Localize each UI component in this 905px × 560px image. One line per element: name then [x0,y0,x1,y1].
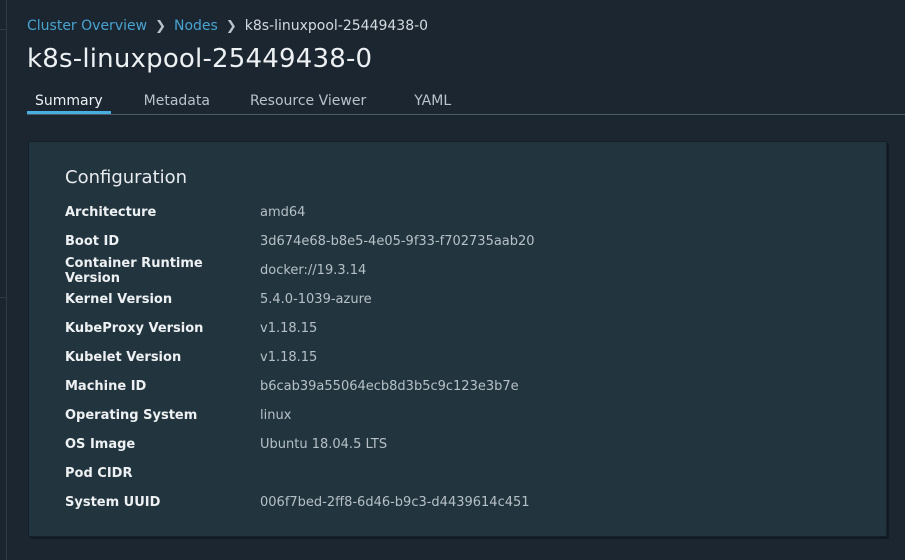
tab-resource-viewer[interactable]: Resource Viewer [250,90,366,114]
config-key: Kernel Version [65,292,173,307]
config-key: KubeProxy Version [65,321,204,336]
config-key: System UUID [65,495,161,510]
config-key: Pod CIDR [65,466,133,481]
config-key: Architecture [65,205,157,220]
divider [0,29,6,30]
config-key: Container Runtime Version [65,255,203,286]
config-row: OS Image Ubuntu 18.04.5 LTS [65,430,535,459]
config-value: v1.18.15 [260,350,318,365]
config-value: 3d674e68-b8e5-4e05-9f33-f702735aab20 [260,234,535,249]
config-row: Boot ID 3d674e68-b8e5-4e05-9f33-f702735aa… [65,227,535,256]
config-key: Kubelet Version [65,350,182,365]
tab-summary[interactable]: Summary [27,90,111,114]
config-key: Operating System [65,408,198,423]
chevron-right-icon: ❯ [155,18,166,34]
breadcrumb: Cluster Overview ❯ Nodes ❯ k8s-linuxpool… [27,18,428,34]
config-value: linux [260,408,292,423]
configuration-card: Configuration Architecture amd64 Boot ID 3d… [28,141,887,537]
config-row: KubeProxy Version v1.18.15 [65,314,535,343]
page-title: k8s-linuxpool-25449438-0 [27,44,373,74]
tab-bar: Summary Metadata Resource Viewer YAML [27,90,905,115]
config-row: Machine ID b6cab39a55064ecb8d3b5c9c123e3b… [65,372,535,401]
config-value: v1.18.15 [260,321,318,336]
configuration-table: Architecture amd64 Boot ID 3d674e68-b8e5-4e… [65,198,535,517]
config-key: Machine ID [65,379,147,394]
config-key: Boot ID [65,234,120,249]
config-row: Container Runtime Version docker://19.3.1… [65,255,535,286]
config-key: OS Image [65,437,136,452]
tab-metadata[interactable]: Metadata [144,90,210,114]
config-value: 006f7bed-2ff8-6d46-b9c3-d4439614c451 [260,495,530,510]
config-value: amd64 [260,205,306,220]
config-value: b6cab39a55064ecb8d3b5c9c123e3b7e [260,379,519,394]
tab-yaml[interactable]: YAML [414,90,451,114]
config-row: Kubelet Version v1.18.15 [65,343,535,372]
config-row: Kernel Version 5.4.0-1039-azure [65,285,535,314]
left-nav-edge [0,0,7,560]
chevron-right-icon: ❯ [225,18,237,34]
config-row: Pod CIDR [65,459,535,488]
config-value: 5.4.0-1039-azure [260,292,372,307]
config-row: Operating System linux [65,401,535,430]
config-value: Ubuntu 18.04.5 LTS [260,437,388,452]
config-row: Architecture amd64 [65,198,535,227]
breadcrumb-nodes[interactable]: Nodes [174,18,218,34]
config-row: System UUID 006f7bed-2ff8-6d46-b9c3-d4439… [65,488,535,517]
divider [0,297,6,298]
breadcrumb-cluster-overview[interactable]: Cluster Overview [27,18,147,34]
breadcrumb-current: k8s-linuxpool-25449438-0 [244,18,429,34]
config-value: docker://19.3.14 [260,263,367,278]
configuration-heading: Configuration [65,167,188,188]
